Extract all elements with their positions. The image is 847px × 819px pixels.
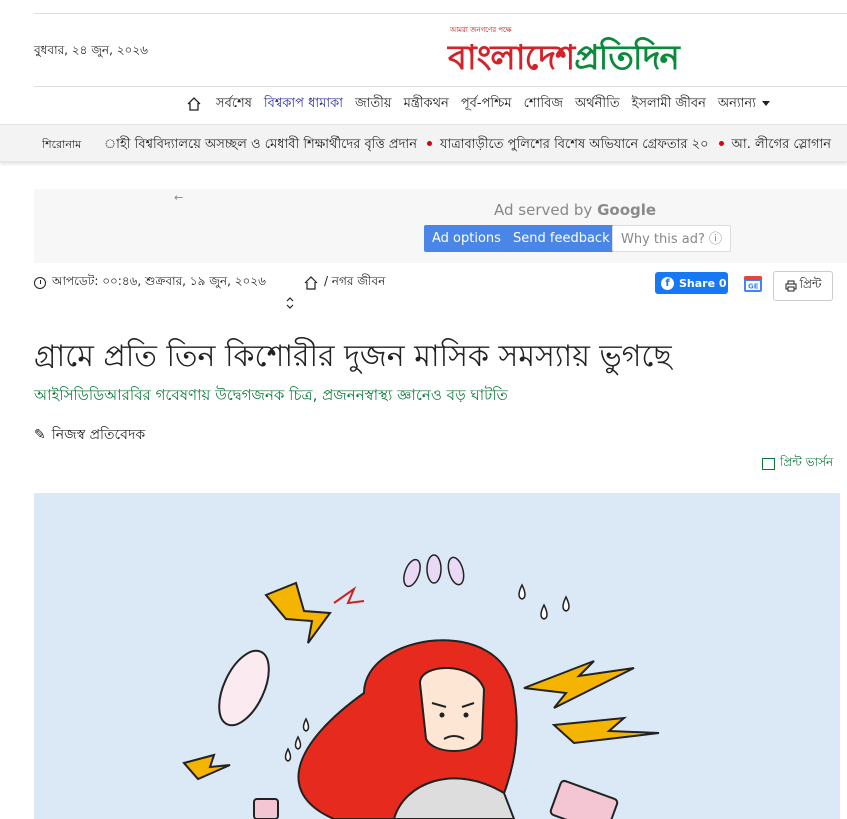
nav-item-ministers[interactable]: মন্ত্রীকথন xyxy=(404,94,449,115)
bullet-icon xyxy=(426,141,432,146)
article-headline: গ্রামে প্রতি তিন কিশোরীর দুজন মাসিক সমস্… xyxy=(34,339,672,374)
article-author: ✎ নিজস্ব প্রতিবেদক xyxy=(34,423,145,447)
print-label: প্রিন্ট xyxy=(799,277,822,291)
nav-item-others[interactable]: অন্যান্য xyxy=(718,94,770,115)
logo-text-red: বাংলাদেশ xyxy=(448,38,575,78)
nav-item-east-west[interactable]: পূর্ব-পশ্চিম xyxy=(461,94,512,115)
ticker-item[interactable]: আ. লীগের স্লোগান xyxy=(732,137,832,152)
google-news-icon[interactable]: GE xyxy=(742,273,764,295)
ad-served-by: Ad served by Google xyxy=(494,201,656,219)
clock-icon xyxy=(34,277,46,289)
share-count: Share 0 xyxy=(679,276,727,290)
nav-item-national[interactable]: জাতীয় xyxy=(355,94,392,115)
ticker-label: শিরোনাম xyxy=(42,138,82,151)
nav-item-islamic-life[interactable]: ইসলামী জীবন xyxy=(632,94,706,115)
site-logo[interactable]: আমরা জনগণের পক্ষে বাংলাদেশপ্রতিদিন xyxy=(448,22,698,78)
article-subheadline: আইসিডিডিআরবির গবেষণায় উদ্বেগজনক চিত্র, … xyxy=(34,386,508,404)
ad-options-button[interactable]: Ad options xyxy=(424,225,509,252)
send-feedback-button[interactable]: Send feedback xyxy=(505,225,618,252)
pencil-icon: ✎ xyxy=(34,427,46,443)
chevron-down-icon xyxy=(761,100,770,106)
author-name: নিজস্ব প্রতিবেদক xyxy=(51,427,146,443)
ticker-item[interactable]: যাত্রাবাড়ীতে পুলিশের বিশেষ অভিযানে গ্রে… xyxy=(440,137,709,152)
logo-text-green: প্রতিদিন xyxy=(574,38,679,78)
print-button[interactable]: প্রিন্ট xyxy=(773,271,833,301)
nav-item-showbiz[interactable]: শোবিজ xyxy=(524,94,563,115)
back-arrow-icon[interactable]: ← xyxy=(174,191,183,204)
nav-item-others-label: অন্যান্য xyxy=(717,95,756,111)
printer-icon xyxy=(785,280,797,292)
newspaper-icon xyxy=(762,458,775,470)
main-nav: সর্বশেষ বিশ্বকাপ ধামাকা জাতীয় মন্ত্রীকথ… xyxy=(186,92,782,116)
ad-served-prefix: Ad served by xyxy=(494,201,593,219)
nav-divider xyxy=(34,86,847,87)
article-meta: আপডেট: ০০:৪৬, শুক্রবার, ১৯ জুন, ২০২৬ / ন… xyxy=(34,273,385,293)
facebook-share-button[interactable]: f Share 0 xyxy=(655,272,728,294)
print-version-label: প্রিন্ট ভার্সন xyxy=(780,455,834,469)
facebook-icon: f xyxy=(661,276,674,290)
why-this-ad-button[interactable]: Why this ad? ⓘ xyxy=(612,225,732,252)
bullet-icon xyxy=(718,141,724,146)
nav-item-latest[interactable]: সর্বশেষ xyxy=(216,94,252,115)
print-version-link[interactable]: প্রিন্ট ভার্সন xyxy=(762,454,833,474)
svg-text:GE: GE xyxy=(748,283,759,291)
nav-item-worldcup[interactable]: বিশ্বকাপ ধামাকা xyxy=(264,94,343,115)
home-icon[interactable] xyxy=(304,276,318,290)
article-hero-image xyxy=(34,493,840,819)
current-date: বুধবার, ২৪ জুন, ২০২৬ xyxy=(34,43,148,57)
ad-slot: ← Ad served by Google Ad options Send fe… xyxy=(34,189,847,263)
expand-toggle-icon[interactable] xyxy=(285,296,295,313)
category-link[interactable]: / নগর জীবন xyxy=(324,273,385,293)
home-icon[interactable] xyxy=(186,96,202,112)
ticker-item[interactable]: াহী বিশ্ববিদ্যালয়ে অসচ্ছল ও মেধাবী শিক্… xyxy=(104,137,417,152)
headline-ticker: শিরোনাম াহী বিশ্ববিদ্যালয়ে অসচ্ছল ও মেধ… xyxy=(0,124,847,162)
nav-item-economy[interactable]: অর্থনীতি xyxy=(575,94,620,115)
updated-time: আপডেট: ০০:৪৬, শুক্রবার, ১৯ জুন, ২০২৬ xyxy=(52,274,266,288)
top-divider xyxy=(34,13,847,14)
google-wordmark: Google xyxy=(597,201,657,219)
